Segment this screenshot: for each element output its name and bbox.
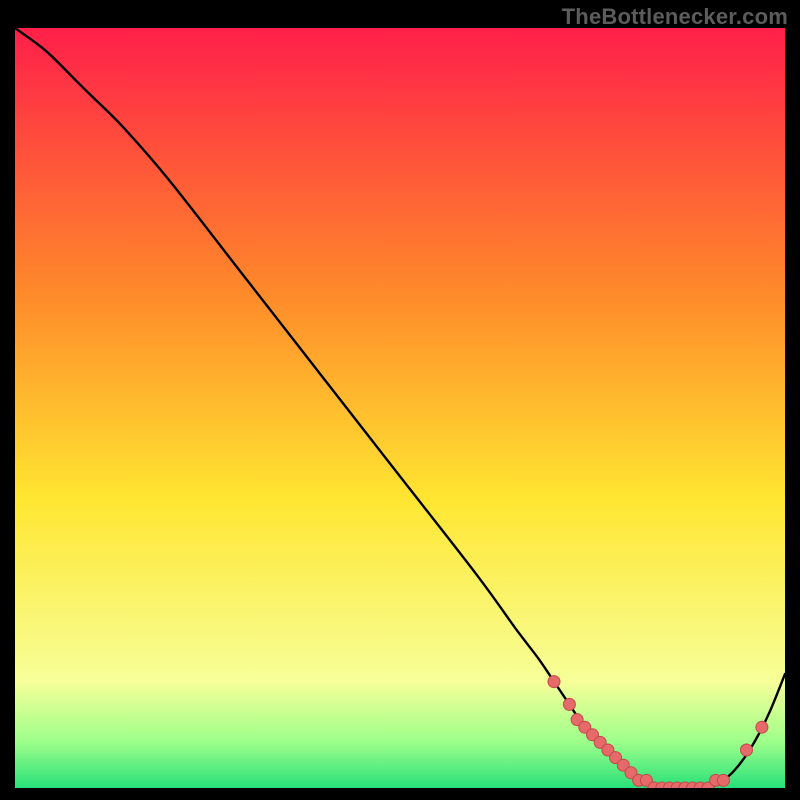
highlight-point xyxy=(563,698,575,710)
highlight-point xyxy=(741,744,753,756)
watermark-text: TheBottlenecker.com xyxy=(562,4,788,30)
highlight-point xyxy=(548,676,560,688)
curve-layer xyxy=(15,28,785,788)
plot-area xyxy=(15,28,785,788)
highlight-point xyxy=(717,774,729,786)
chart-container: TheBottlenecker.com xyxy=(0,0,800,800)
highlight-point xyxy=(756,721,768,733)
bottleneck-curve xyxy=(15,28,785,788)
